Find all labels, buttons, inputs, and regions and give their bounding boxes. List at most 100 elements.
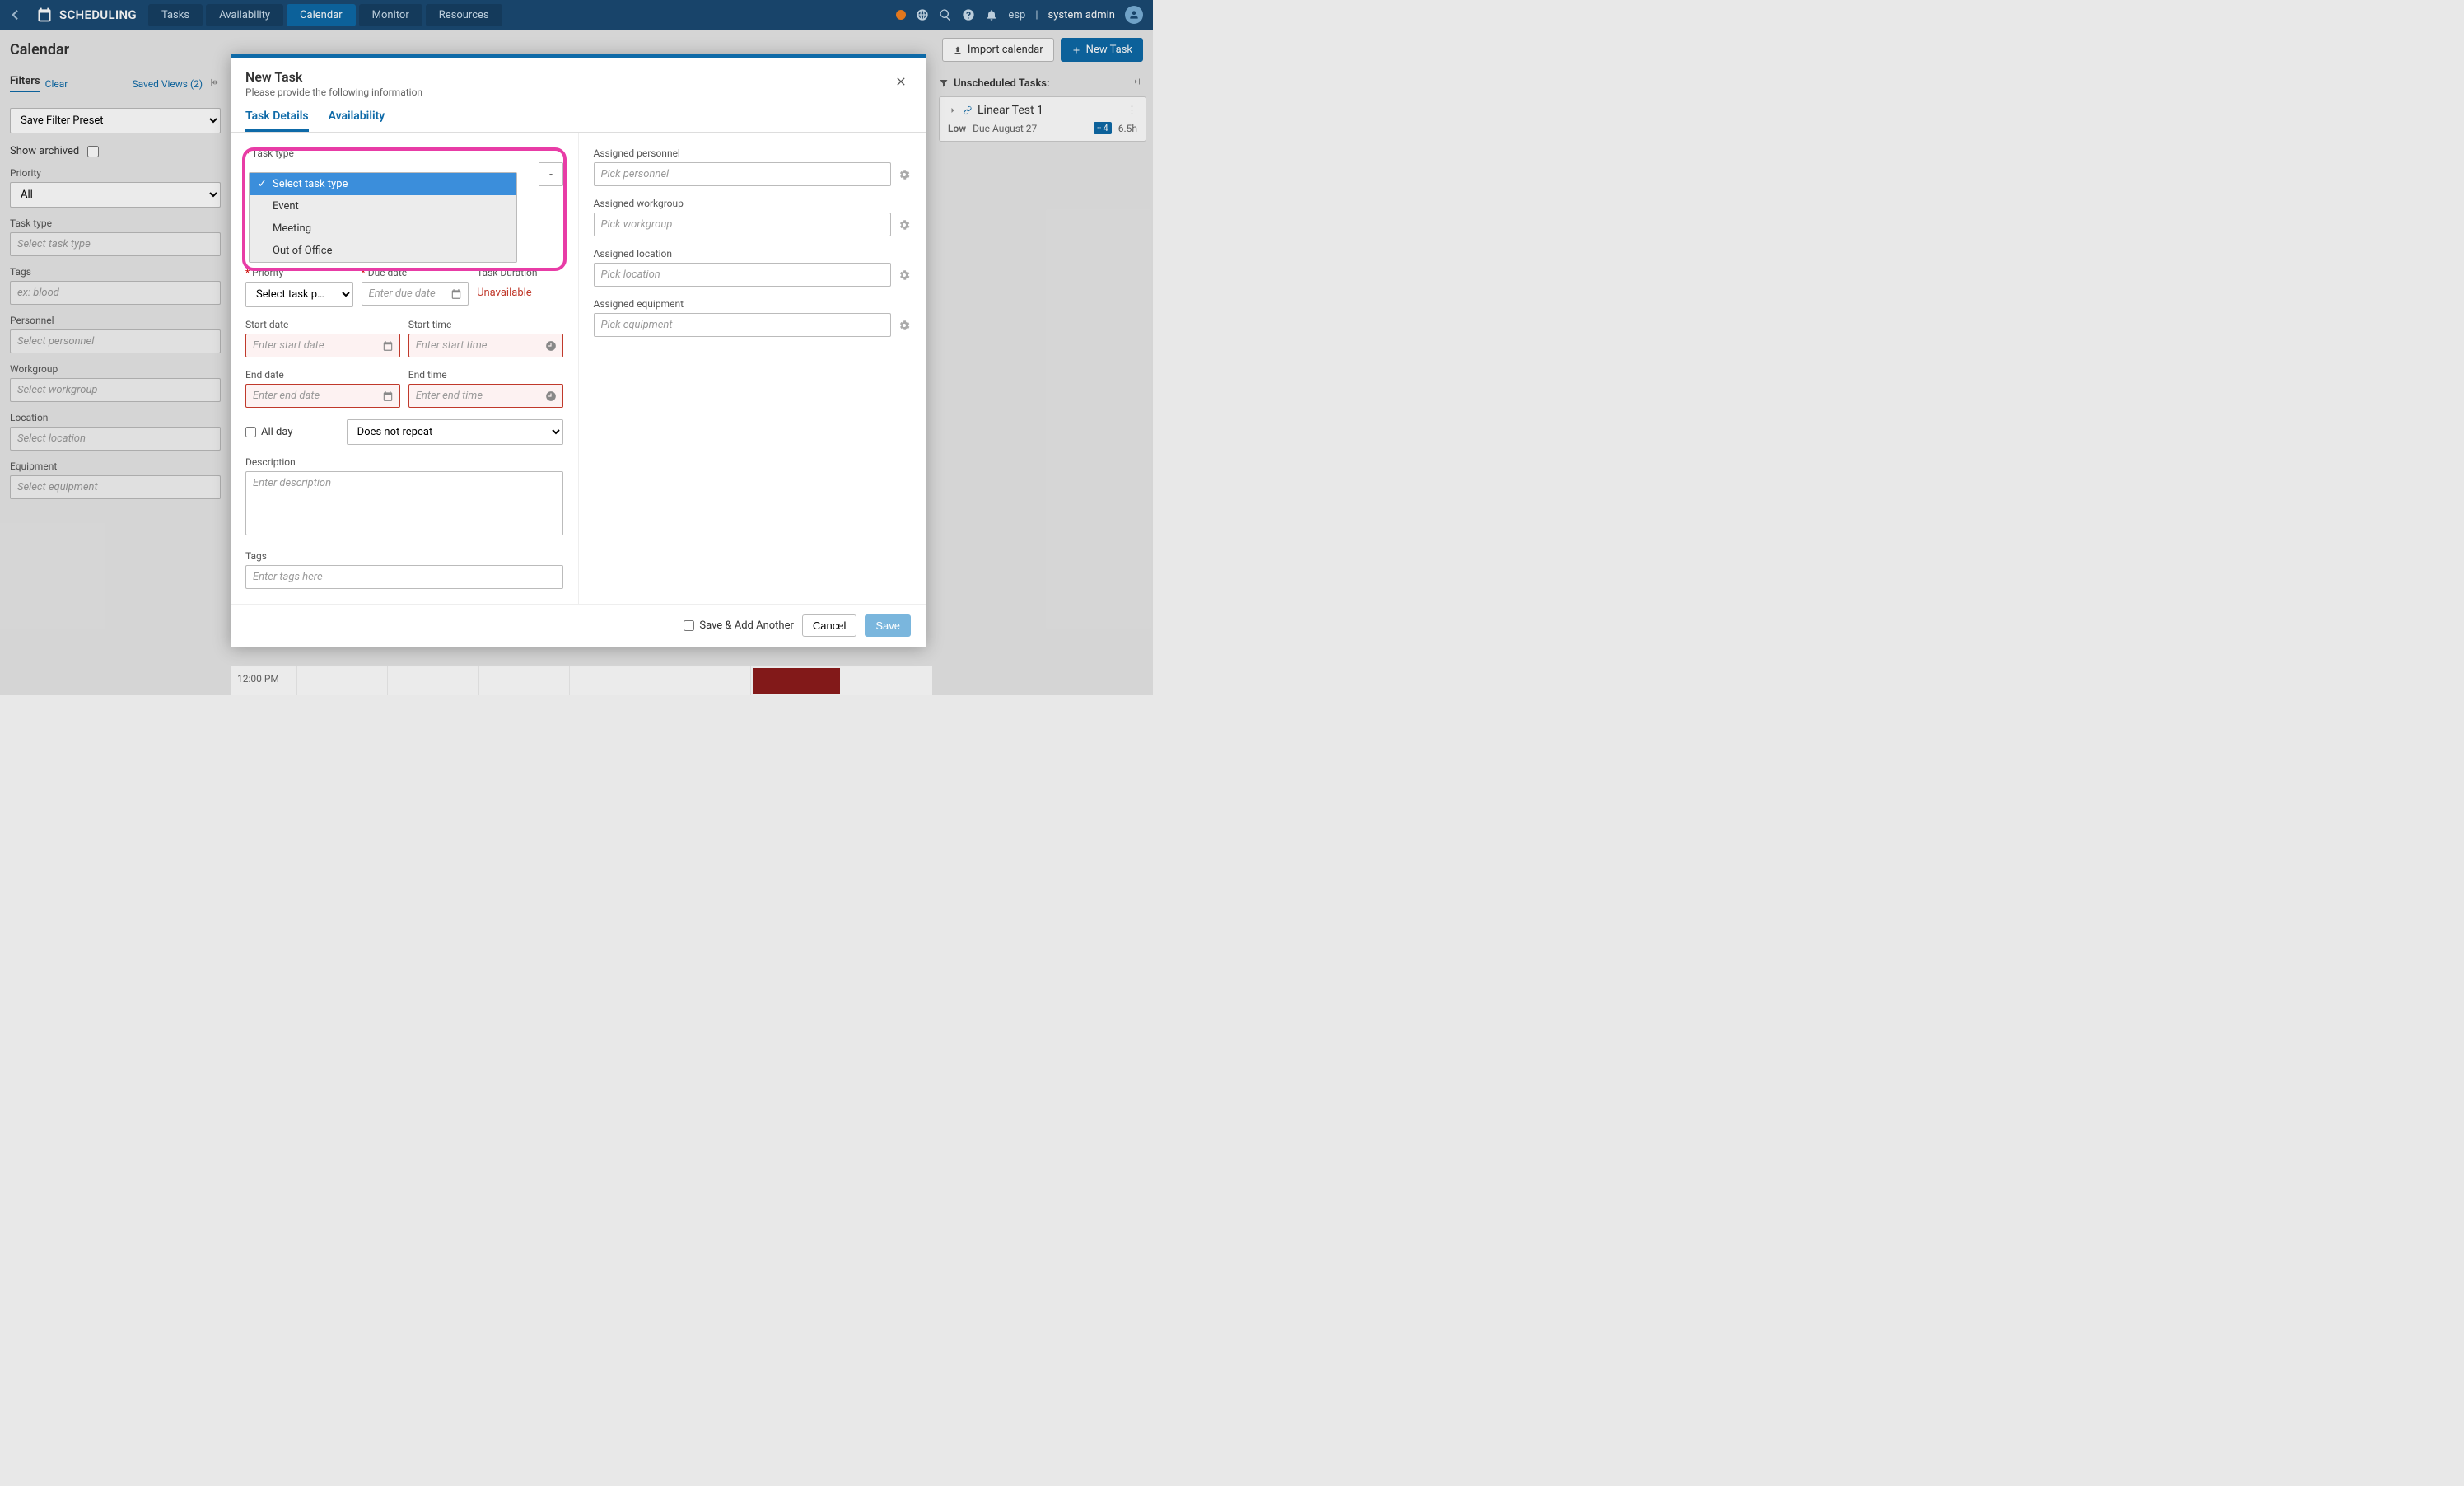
- close-icon: [894, 75, 908, 88]
- gear-icon[interactable]: [898, 168, 911, 181]
- calendar-cell[interactable]: [478, 666, 569, 695]
- modal-tab-details[interactable]: Task Details: [245, 110, 309, 132]
- assigned-personnel-input[interactable]: [594, 162, 892, 186]
- gear-icon[interactable]: [898, 319, 911, 332]
- end-time-input[interactable]: [408, 384, 563, 408]
- new-task-button[interactable]: New Task: [1061, 38, 1143, 62]
- task-type-option-placeholder[interactable]: Select task type: [250, 173, 516, 195]
- collapse-left-icon: [209, 77, 221, 88]
- calendar-icon: [36, 7, 53, 23]
- gear-icon[interactable]: [898, 218, 911, 231]
- nav-tab-resources[interactable]: Resources: [426, 4, 502, 26]
- modal-tags-label: Tags: [245, 550, 563, 562]
- assigned-location-label: Assigned location: [594, 248, 912, 259]
- modal-tags-input[interactable]: [245, 565, 563, 589]
- calendar-cell[interactable]: [842, 666, 932, 695]
- filters-sidebar: Filters Clear Saved Views (2) Save Filte…: [0, 70, 231, 499]
- end-date-input[interactable]: [245, 384, 400, 408]
- save-add-another-checkbox[interactable]: [684, 620, 694, 631]
- personnel-input[interactable]: [10, 329, 221, 353]
- nav-tab-calendar[interactable]: Calendar: [287, 4, 356, 26]
- modal-close-button[interactable]: [891, 69, 911, 98]
- task-type-dropdown: Select task type Event Meeting Out of Of…: [249, 172, 517, 263]
- task-type-option-meeting[interactable]: Meeting: [250, 217, 516, 240]
- priority-select[interactable]: All: [10, 182, 221, 208]
- filter-preset-select[interactable]: Save Filter Preset: [10, 108, 221, 133]
- calendar-cell[interactable]: [569, 666, 660, 695]
- tags-input[interactable]: [10, 281, 221, 305]
- new-task-modal: New Task Please provide the following in…: [231, 54, 926, 647]
- status-indicator[interactable]: [896, 10, 906, 20]
- chevron-left-icon: [7, 7, 22, 22]
- due-date-input[interactable]: [362, 282, 469, 306]
- nav-tab-tasks[interactable]: Tasks: [148, 4, 203, 26]
- new-task-label: New Task: [1086, 44, 1132, 56]
- calendar-cell[interactable]: [387, 666, 478, 695]
- user-sep: |: [1035, 9, 1038, 21]
- show-archived-row: Show archived: [10, 145, 221, 157]
- save-add-another-row[interactable]: Save & Add Another: [684, 619, 794, 632]
- help-icon[interactable]: [962, 8, 975, 21]
- tasktype-input[interactable]: [10, 232, 221, 256]
- duration-value: Unavailable: [477, 282, 562, 299]
- task-type-option-event[interactable]: Event: [250, 195, 516, 217]
- start-time-input[interactable]: [408, 334, 563, 357]
- assigned-equipment-label: Assigned equipment: [594, 298, 912, 310]
- app-logo: [30, 0, 59, 30]
- calendar-cell[interactable]: [660, 666, 750, 695]
- show-archived-label: Show archived: [10, 145, 79, 157]
- top-nav: SCHEDULING Tasks Availability Calendar M…: [0, 0, 1153, 30]
- task-type-option-ooo[interactable]: Out of Office: [250, 240, 516, 262]
- show-archived-checkbox[interactable]: [87, 146, 99, 157]
- globe-icon[interactable]: [916, 8, 929, 21]
- repeat-select[interactable]: Does not repeat: [347, 419, 563, 445]
- back-button[interactable]: [0, 0, 30, 30]
- plus-icon: [1071, 45, 1081, 55]
- end-time-label: End time: [408, 369, 563, 381]
- description-textarea[interactable]: [245, 471, 563, 535]
- unscheduled-task-card[interactable]: Linear Test 1 ⋮ Low Due August 27 ··4 6.…: [939, 96, 1146, 142]
- nav-tab-availability[interactable]: Availability: [206, 4, 283, 26]
- filter-preset-control: Save Filter Preset: [10, 108, 221, 133]
- save-button[interactable]: Save: [865, 614, 911, 637]
- assigned-workgroup-input[interactable]: [594, 213, 892, 236]
- task-card-menu[interactable]: ⋮: [1127, 105, 1137, 117]
- assigned-equipment-input[interactable]: [594, 313, 892, 337]
- description-label: Description: [245, 456, 563, 468]
- task-priority: Low: [948, 123, 966, 134]
- gear-icon[interactable]: [898, 269, 911, 282]
- filter-icon[interactable]: [939, 78, 949, 88]
- clear-filters-link[interactable]: Clear: [45, 78, 68, 90]
- cancel-button[interactable]: Cancel: [802, 614, 856, 637]
- calendar-event[interactable]: [753, 668, 839, 694]
- end-date-label: End date: [245, 369, 400, 381]
- user-name[interactable]: system admin: [1048, 9, 1116, 21]
- collapse-right-button[interactable]: [1132, 77, 1146, 90]
- chevron-right-icon[interactable]: [948, 105, 958, 115]
- search-icon[interactable]: [939, 8, 952, 21]
- modal-tab-availability[interactable]: Availability: [329, 110, 385, 132]
- task-due: Due August 27: [973, 123, 1037, 134]
- workgroup-input[interactable]: [10, 378, 221, 402]
- assigned-location-input[interactable]: [594, 263, 892, 287]
- collapse-sidebar-button[interactable]: [209, 77, 221, 91]
- assigned-personnel-label: Assigned personnel: [594, 147, 912, 159]
- modal-title: New Task: [245, 69, 422, 85]
- priority-field-select[interactable]: Select task p…: [245, 282, 353, 307]
- all-day-checkbox[interactable]: [245, 427, 256, 437]
- nav-right: esp | system admin: [896, 6, 1153, 24]
- workgroup-label: Workgroup: [10, 363, 221, 375]
- location-input[interactable]: [10, 427, 221, 451]
- import-calendar-button[interactable]: Import calendar: [942, 38, 1054, 62]
- bell-icon[interactable]: [985, 8, 998, 21]
- calendar-cell[interactable]: [750, 666, 841, 695]
- avatar[interactable]: [1125, 6, 1143, 24]
- start-date-input[interactable]: [245, 334, 400, 357]
- saved-views-link[interactable]: Saved Views (2): [132, 78, 203, 90]
- start-time-label: Start time: [408, 319, 563, 330]
- equipment-input[interactable]: [10, 475, 221, 499]
- collapse-right-icon: [1132, 77, 1141, 86]
- nav-tab-monitor[interactable]: Monitor: [359, 4, 422, 26]
- calendar-cell[interactable]: [296, 666, 387, 695]
- filters-header: Filters Clear Saved Views (2): [10, 70, 221, 98]
